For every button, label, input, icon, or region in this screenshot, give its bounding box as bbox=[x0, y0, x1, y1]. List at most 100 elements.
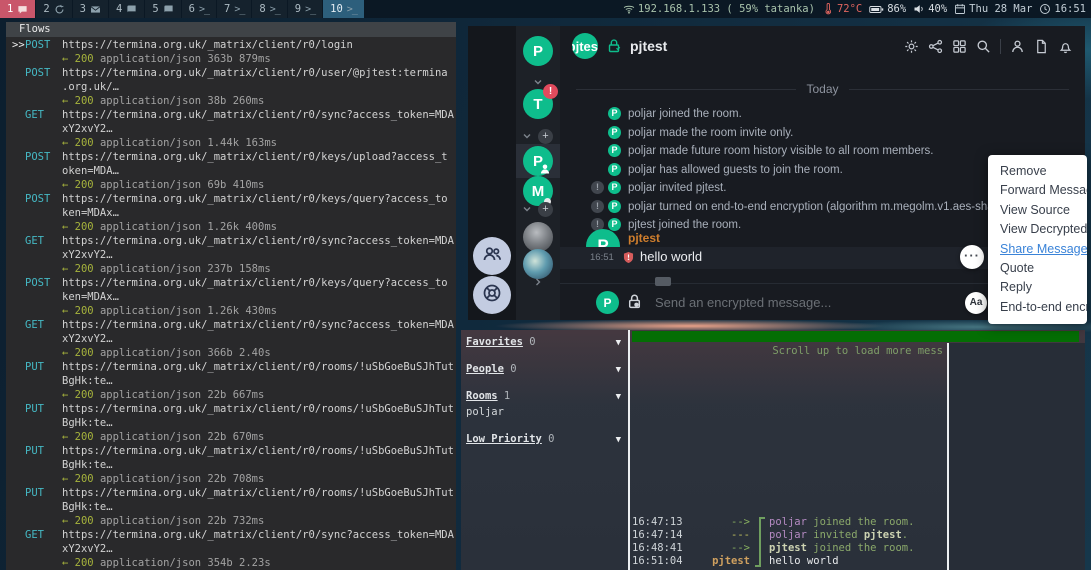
flow-line[interactable]: ← 200 application/json 22b 708ms bbox=[6, 472, 456, 486]
flow-line[interactable]: ← 200 application/json 1.44k 163ms bbox=[6, 136, 456, 150]
menu-item-reply[interactable]: Reply bbox=[988, 278, 1087, 297]
workspace-1[interactable]: 1 bbox=[0, 0, 36, 18]
explore-button[interactable] bbox=[473, 276, 511, 314]
flow-line[interactable]: POSThttps://termina.org.uk/_matrix/clien… bbox=[6, 192, 456, 206]
flow-line[interactable]: BgHk:te… bbox=[6, 500, 456, 514]
collapse-triangle-icon[interactable]: ▼ bbox=[616, 336, 621, 350]
settings-button[interactable] bbox=[904, 39, 919, 54]
flow-line[interactable]: >>POSThttps://termina.org.uk/_matrix/cli… bbox=[6, 38, 456, 52]
flow-line[interactable]: ← 200 application/json 69b 410ms bbox=[6, 178, 456, 192]
event-sender-avatar: P bbox=[608, 163, 621, 176]
flow-line[interactable]: PUThttps://termina.org.uk/_matrix/client… bbox=[6, 402, 456, 416]
flow-line[interactable]: PUThttps://termina.org.uk/_matrix/client… bbox=[6, 444, 456, 458]
flow-line[interactable]: xY2xvY2… bbox=[6, 332, 456, 346]
flow-line[interactable]: ← 200 application/json 22b 670ms bbox=[6, 430, 456, 444]
share-button[interactable] bbox=[928, 39, 943, 54]
room-avatar[interactable]: pjtest bbox=[572, 33, 598, 59]
format-button[interactable]: Aa bbox=[965, 292, 987, 314]
tower-photo[interactable] bbox=[523, 222, 553, 252]
flow-line[interactable]: xY2xvY2… bbox=[6, 542, 456, 556]
flow-line[interactable]: POSThttps://termina.org.uk/_matrix/clien… bbox=[6, 150, 456, 164]
flow-line[interactable]: xY2xvY2… bbox=[6, 122, 456, 136]
workspace-8[interactable]: 8>_ bbox=[252, 0, 287, 18]
add-room-button[interactable]: + bbox=[538, 129, 553, 144]
workspace-9[interactable]: 9>_ bbox=[288, 0, 323, 18]
workspace-4[interactable]: 4 bbox=[109, 0, 145, 18]
collapse-triangle-icon[interactable]: ▼ bbox=[616, 363, 621, 377]
log-message: pjtest joined the room. bbox=[769, 542, 945, 555]
chevron-down-icon[interactable] bbox=[521, 203, 533, 215]
workspace-10[interactable]: 10>_ bbox=[323, 0, 365, 18]
menu-item-view-source[interactable]: View Source bbox=[988, 201, 1087, 220]
flow-line[interactable]: ← 200 application/json 22b 732ms bbox=[6, 514, 456, 528]
flow-line[interactable]: ← 200 application/json 1.26k 400ms bbox=[6, 220, 456, 234]
workspace-5[interactable]: 5 bbox=[145, 0, 181, 18]
flow-line[interactable]: ← 200 application/json 38b 260ms bbox=[6, 94, 456, 108]
flow-line[interactable]: ken=MDAx… bbox=[6, 206, 456, 220]
apps-button[interactable] bbox=[952, 39, 967, 54]
flow-line[interactable]: ← 200 application/json 22b 667ms bbox=[6, 388, 456, 402]
room-section-low-priority[interactable]: Low Priority 0▼ bbox=[461, 432, 628, 446]
flow-line[interactable]: ken=MDAx… bbox=[6, 290, 456, 304]
chevron-down-icon[interactable] bbox=[521, 130, 533, 142]
event-sender-avatar: P bbox=[608, 181, 621, 194]
chevron-down-icon[interactable] bbox=[532, 76, 544, 88]
book-icon bbox=[126, 4, 137, 15]
message-input[interactable]: Send an encrypted message... bbox=[655, 284, 945, 321]
flow-line[interactable]: GEThttps://termina.org.uk/_matrix/client… bbox=[6, 318, 456, 332]
menu-item-end-to-end-encryption[interactable]: End-to-end encryption bbox=[988, 298, 1087, 317]
workspace-7[interactable]: 7>_ bbox=[217, 0, 252, 18]
flow-line[interactable]: POSThttps://termina.org.uk/_matrix/clien… bbox=[6, 276, 456, 290]
flow-line[interactable]: xY2xvY2… bbox=[6, 248, 456, 262]
members-button[interactable] bbox=[1010, 39, 1025, 54]
composer-avatar: P bbox=[596, 291, 619, 314]
globe-photo[interactable] bbox=[523, 249, 553, 279]
flow-line[interactable]: ← 200 application/json 366b 2.40s bbox=[6, 346, 456, 360]
menu-item-quote[interactable]: Quote bbox=[988, 259, 1087, 278]
menu-item-forward-message[interactable]: Forward Message bbox=[988, 181, 1087, 200]
flow-line[interactable]: POSThttps://termina.org.uk/_matrix/clien… bbox=[6, 66, 456, 80]
room-list-item[interactable]: poljar bbox=[461, 405, 628, 419]
room-section-people[interactable]: People 0▼ bbox=[461, 362, 628, 376]
search-button[interactable] bbox=[976, 39, 991, 54]
room-header-buttons bbox=[904, 39, 1085, 54]
message-timestamp: 16:51 bbox=[590, 252, 614, 263]
files-button[interactable] bbox=[1034, 39, 1049, 54]
menu-item-remove[interactable]: Remove bbox=[988, 162, 1087, 181]
flow-line[interactable]: PUThttps://termina.org.uk/_matrix/client… bbox=[6, 360, 456, 374]
flow-line[interactable]: ← 200 application/json 1.26k 430ms bbox=[6, 304, 456, 318]
flow-line[interactable]: .org.uk/… bbox=[6, 80, 456, 94]
menu-item-share-message[interactable]: Share Message bbox=[988, 240, 1087, 259]
people-button[interactable] bbox=[473, 237, 511, 275]
settings-icon bbox=[904, 39, 919, 54]
flow-line[interactable]: ← 200 application/json 363b 879ms bbox=[6, 52, 456, 66]
flow-line[interactable]: GEThttps://termina.org.uk/_matrix/client… bbox=[6, 234, 456, 248]
workspace-number: 5 bbox=[152, 3, 158, 15]
flow-line[interactable]: oken=MDA… bbox=[6, 164, 456, 178]
workspace-number: 3 bbox=[80, 3, 86, 15]
flow-line[interactable]: ← 200 application/json 237b 158ms bbox=[6, 262, 456, 276]
flow-line[interactable]: ← 200 application/json 354b 2.23s bbox=[6, 556, 456, 570]
clock-status: 16:51 bbox=[1039, 3, 1086, 15]
flow-line[interactable]: BgHk:te… bbox=[6, 374, 456, 388]
expand-panel-icon[interactable] bbox=[532, 276, 544, 288]
workspace-6[interactable]: 6>_ bbox=[182, 0, 217, 18]
workspace-2[interactable]: 2 bbox=[36, 0, 72, 18]
message-options-button[interactable]: ··· bbox=[960, 245, 984, 269]
room-section-rooms[interactable]: Rooms 1▼ bbox=[461, 389, 628, 403]
flow-line[interactable]: BgHk:te… bbox=[6, 416, 456, 430]
flow-line[interactable]: GEThttps://termina.org.uk/_matrix/client… bbox=[6, 108, 456, 122]
room-list-collapsed: PT!+PM+ bbox=[516, 26, 560, 320]
room-section-favorites[interactable]: Favorites 0▼ bbox=[461, 335, 628, 349]
flow-line[interactable]: BgHk:te… bbox=[6, 458, 456, 472]
add-room-button[interactable]: + bbox=[538, 202, 553, 217]
flow-line[interactable]: PUThttps://termina.org.uk/_matrix/client… bbox=[6, 486, 456, 500]
flow-line[interactable]: GEThttps://termina.org.uk/_matrix/client… bbox=[6, 528, 456, 542]
notifications-button[interactable] bbox=[1058, 39, 1073, 54]
menu-item-view-decrypted-source[interactable]: View Decrypted Source bbox=[988, 220, 1087, 239]
log-timestamp: 16:48:41 bbox=[630, 542, 694, 555]
collapse-triangle-icon[interactable]: ▼ bbox=[616, 390, 621, 404]
user-avatar[interactable]: P bbox=[523, 36, 553, 66]
collapse-triangle-icon[interactable]: ▼ bbox=[616, 433, 621, 447]
workspace-3[interactable]: 3 bbox=[73, 0, 109, 18]
